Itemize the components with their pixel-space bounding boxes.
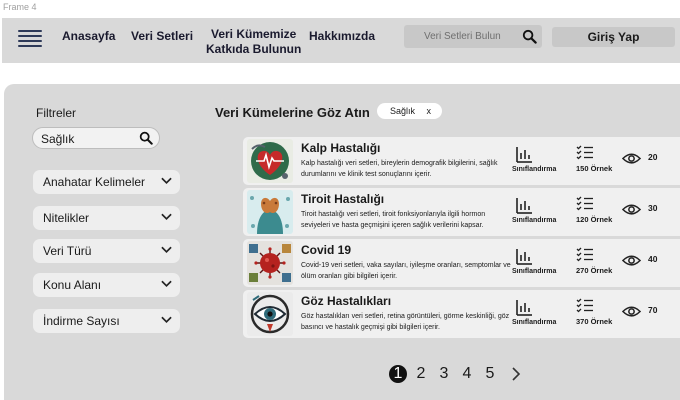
eye-icon (622, 153, 641, 164)
sample-count: 370 Örnek (576, 317, 613, 326)
top-navbar: Anasayfa Veri Setleri Veri Kümemize Katk… (2, 18, 680, 63)
dataset-title: Tiroit Hastalığı (301, 192, 385, 206)
chip-close-icon[interactable]: x (427, 103, 432, 119)
filter-search-input[interactable] (33, 128, 138, 150)
nav-home[interactable]: Anasayfa (62, 29, 115, 44)
search-icon[interactable] (522, 29, 537, 44)
filters-title: Filtreler (36, 106, 77, 120)
bar-chart-icon (516, 300, 532, 316)
view-count: 40 (648, 254, 658, 264)
sample-count: 150 Örnek (576, 164, 613, 173)
filter-chip-label: Sağlık (390, 106, 416, 116)
datasets-list-title: Veri Kümelerine Göz Atın (215, 105, 370, 120)
header-search-input[interactable] (404, 25, 524, 48)
eye-icon (622, 306, 641, 317)
page-4[interactable]: 4 (458, 365, 476, 383)
chevron-down-icon (161, 316, 172, 324)
view-count: 20 (648, 152, 658, 162)
dropdown-download-count-label: İndirme Sayısı (43, 314, 120, 328)
dataset-card-eye[interactable]: Göz Hastalıkları Göz hastalıkları veri s… (243, 290, 680, 338)
nav-contribute-line2: Katkıda Bulunun (206, 42, 302, 56)
eye-icon (622, 255, 641, 266)
dropdown-subject-area[interactable]: Konu Alanı (33, 273, 180, 297)
bar-chart-icon (516, 147, 532, 163)
dataset-type: Sınıflandırma (512, 268, 557, 275)
frame-label: Frame 4 (3, 2, 37, 12)
chevron-right-icon[interactable] (509, 365, 523, 383)
nav-datasets[interactable]: Veri Setleri (131, 29, 193, 44)
dropdown-keywords-label: Anahatar Kelimeler (43, 175, 146, 189)
nav-contribute-line1: Veri Kümemize (210, 27, 297, 41)
checklist-icon (576, 298, 593, 313)
view-count: 70 (648, 305, 658, 315)
hamburger-menu-icon[interactable] (18, 27, 42, 49)
checklist-icon (576, 196, 593, 211)
dataset-description: Göz hastalıkları veri setleri, retina gö… (301, 313, 510, 331)
dataset-type: Sınıflandırma (512, 166, 557, 173)
nav-contribute[interactable]: Veri Kümemize Katkıda Bulunun (206, 27, 301, 57)
bar-chart-icon (516, 198, 532, 214)
header-search (404, 25, 542, 48)
bar-chart-icon (516, 249, 532, 265)
dataset-description: Covid-19 veri setleri, vaka sayıları, iy… (301, 262, 511, 280)
filter-search (32, 127, 160, 150)
search-icon[interactable] (139, 131, 153, 145)
filter-chip[interactable]: Sağlık x (377, 103, 442, 119)
dropdown-subject-area-label: Konu Alanı (43, 278, 102, 292)
dataset-card-thyroid[interactable]: Tiroit Hastalığı Tiroit hastalığı veri s… (243, 188, 680, 236)
dropdown-download-count[interactable]: İndirme Sayısı (33, 309, 180, 333)
login-button[interactable]: Giriş Yap (552, 27, 675, 47)
sample-count: 120 Örnek (576, 215, 613, 224)
checklist-icon (576, 145, 593, 160)
dataset-title: Covid 19 (301, 243, 352, 257)
heart-illustration-icon (247, 139, 293, 183)
chevron-down-icon (161, 246, 172, 254)
eye-icon (622, 204, 641, 215)
nav-about[interactable]: Hakkımızda (309, 29, 375, 44)
thyroid-illustration-icon (247, 190, 293, 234)
page-3[interactable]: 3 (435, 365, 453, 383)
page-1[interactable]: 1 (389, 365, 407, 383)
page-2[interactable]: 2 (412, 365, 430, 383)
main-content: Filtreler Anahatar Kelimeler Nitelikler … (4, 84, 680, 400)
eye-illustration-icon (247, 292, 293, 336)
dropdown-attributes[interactable]: Nitelikler (33, 206, 180, 230)
checklist-icon (576, 247, 593, 262)
dataset-title: Göz Hastalıkları (301, 294, 392, 308)
dataset-card-covid[interactable]: Covid 19 Covid-19 veri setleri, vaka say… (243, 239, 680, 287)
dataset-description: Kalp hastalığı veri setleri, bireylerin … (301, 160, 498, 178)
dataset-type: Sınıflandırma (512, 319, 557, 326)
chevron-down-icon (161, 177, 172, 185)
dropdown-attributes-label: Nitelikler (43, 211, 90, 225)
dataset-card-heart[interactable]: Kalp Hastalığı Kalp hastalığı veri setle… (243, 137, 680, 185)
dropdown-data-type[interactable]: Veri Türü (33, 239, 180, 263)
dropdown-keywords[interactable]: Anahatar Kelimeler (33, 170, 180, 194)
sample-count: 270 Örnek (576, 266, 613, 275)
dataset-description: Tiroit hastalığı veri setleri, tiroit fo… (301, 211, 486, 229)
chevron-down-icon (161, 213, 172, 221)
dataset-title: Kalp Hastalığı (301, 141, 381, 155)
virus-illustration-icon (247, 241, 293, 285)
chevron-down-icon (161, 280, 172, 288)
view-count: 30 (648, 203, 658, 213)
dataset-type: Sınıflandırma (512, 217, 557, 224)
page-5[interactable]: 5 (481, 365, 499, 383)
dropdown-data-type-label: Veri Türü (43, 244, 92, 258)
